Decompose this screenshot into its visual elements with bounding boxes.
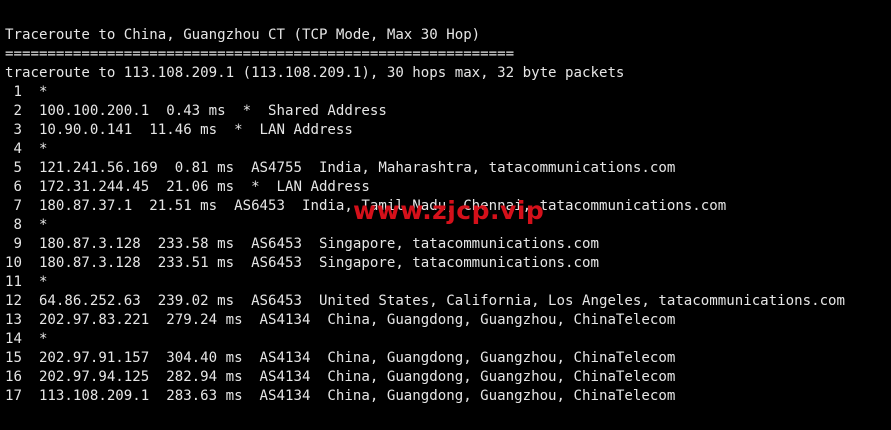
hop-line: 12 64.86.252.63 239.02 ms AS6453 United …	[5, 293, 846, 309]
hop-line: 9 180.87.3.128 233.58 ms AS6453 Singapor…	[5, 236, 599, 252]
hop-line: 7 180.87.37.1 21.51 ms AS6453 India, Tam…	[5, 198, 727, 214]
hop-line: 15 202.97.91.157 304.40 ms AS4134 China,…	[5, 350, 676, 366]
terminal-window: Traceroute to China, Guangzhou CT (TCP M…	[0, 0, 891, 430]
hop-line: 16 202.97.94.125 282.94 ms AS4134 China,…	[5, 369, 676, 385]
hop-line: 8 *	[5, 217, 48, 233]
hop-line: 11 *	[5, 274, 48, 290]
traceroute-command-line: traceroute to 113.108.209.1 (113.108.209…	[5, 65, 625, 81]
hop-line: 4 *	[5, 141, 48, 157]
hop-line: 1 *	[5, 84, 48, 100]
hop-line: 17 113.108.209.1 283.63 ms AS4134 China,…	[5, 388, 676, 404]
hop-line: 13 202.97.83.221 279.24 ms AS4134 China,…	[5, 312, 676, 328]
header-separator: ========================================…	[5, 46, 515, 62]
hop-line: 2 100.100.200.1 0.43 ms * Shared Address	[5, 103, 387, 119]
hop-line: 3 10.90.0.141 11.46 ms * LAN Address	[5, 122, 353, 138]
hop-line: 5 121.241.56.169 0.81 ms AS4755 India, M…	[5, 160, 676, 176]
hop-line: 6 172.31.244.45 21.06 ms * LAN Address	[5, 179, 370, 195]
hop-line: 10 180.87.3.128 233.51 ms AS6453 Singapo…	[5, 255, 599, 271]
header-title: Traceroute to China, Guangzhou CT (TCP M…	[5, 27, 481, 43]
hop-line: 14 *	[5, 331, 48, 347]
